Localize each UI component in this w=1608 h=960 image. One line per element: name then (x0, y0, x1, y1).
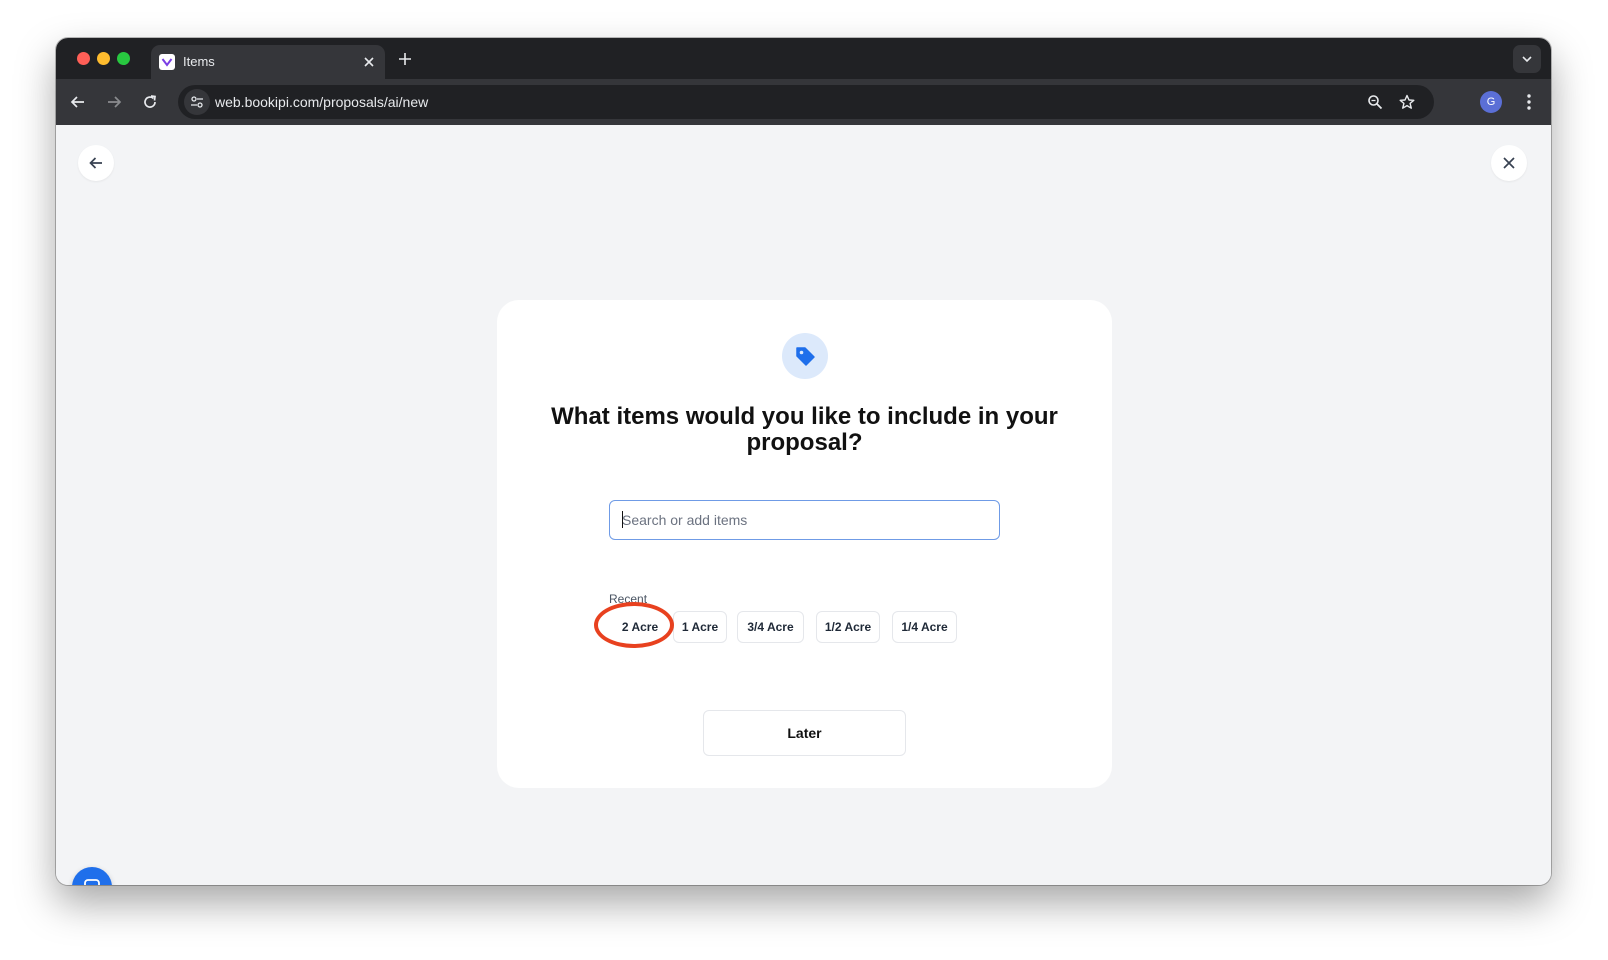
browser-titlebar: Items (56, 38, 1551, 79)
back-icon[interactable] (68, 92, 88, 112)
tab-title: Items (183, 54, 215, 69)
tab-close-icon[interactable] (361, 54, 377, 70)
more-icon[interactable] (1519, 91, 1539, 113)
maximize-window-button[interactable] (117, 52, 130, 65)
close-icon[interactable] (1491, 145, 1527, 181)
site-info-icon[interactable] (184, 89, 210, 115)
recent-item-chip[interactable]: 1/4 Acre (892, 611, 957, 643)
url-text: web.bookipi.com/proposals/ai/new (215, 94, 429, 110)
price-tag-icon (782, 333, 828, 379)
browser-toolbar: web.bookipi.com/proposals/ai/new G (56, 79, 1551, 125)
reload-icon[interactable] (140, 92, 160, 112)
text-caret (622, 511, 623, 528)
chat-icon[interactable] (72, 867, 112, 885)
close-window-button[interactable] (77, 52, 90, 65)
highlight-annotation (594, 602, 674, 648)
tab-search-chevron-icon[interactable] (1513, 45, 1541, 73)
address-bar[interactable]: web.bookipi.com/proposals/ai/new (178, 85, 1434, 119)
new-tab-icon[interactable] (397, 51, 413, 67)
recent-item-chip[interactable]: 1 Acre (673, 611, 727, 643)
recent-item-chip[interactable]: 3/4 Acre (737, 611, 804, 643)
page-title: What items would you like to include in … (551, 403, 1058, 456)
recent-item-chip[interactable]: 1/2 Acre (816, 611, 880, 643)
profile-avatar[interactable]: G (1480, 91, 1502, 113)
browser-window: Items web.bookipi.com/proposals/ai/new G… (56, 38, 1551, 885)
search-input[interactable] (609, 500, 1000, 540)
browser-tab-items[interactable]: Items (151, 45, 385, 79)
bookipi-favicon-icon (159, 54, 175, 70)
bookmark-star-icon[interactable] (1398, 93, 1416, 111)
minimize-window-button[interactable] (97, 52, 110, 65)
zoom-icon[interactable] (1366, 93, 1384, 111)
forward-icon[interactable] (104, 92, 124, 112)
arrow-left-icon[interactable] (78, 145, 114, 181)
page-content: What items would you like to include in … (56, 125, 1551, 885)
later-button[interactable]: Later (703, 710, 906, 756)
items-card: What items would you like to include in … (497, 300, 1112, 788)
